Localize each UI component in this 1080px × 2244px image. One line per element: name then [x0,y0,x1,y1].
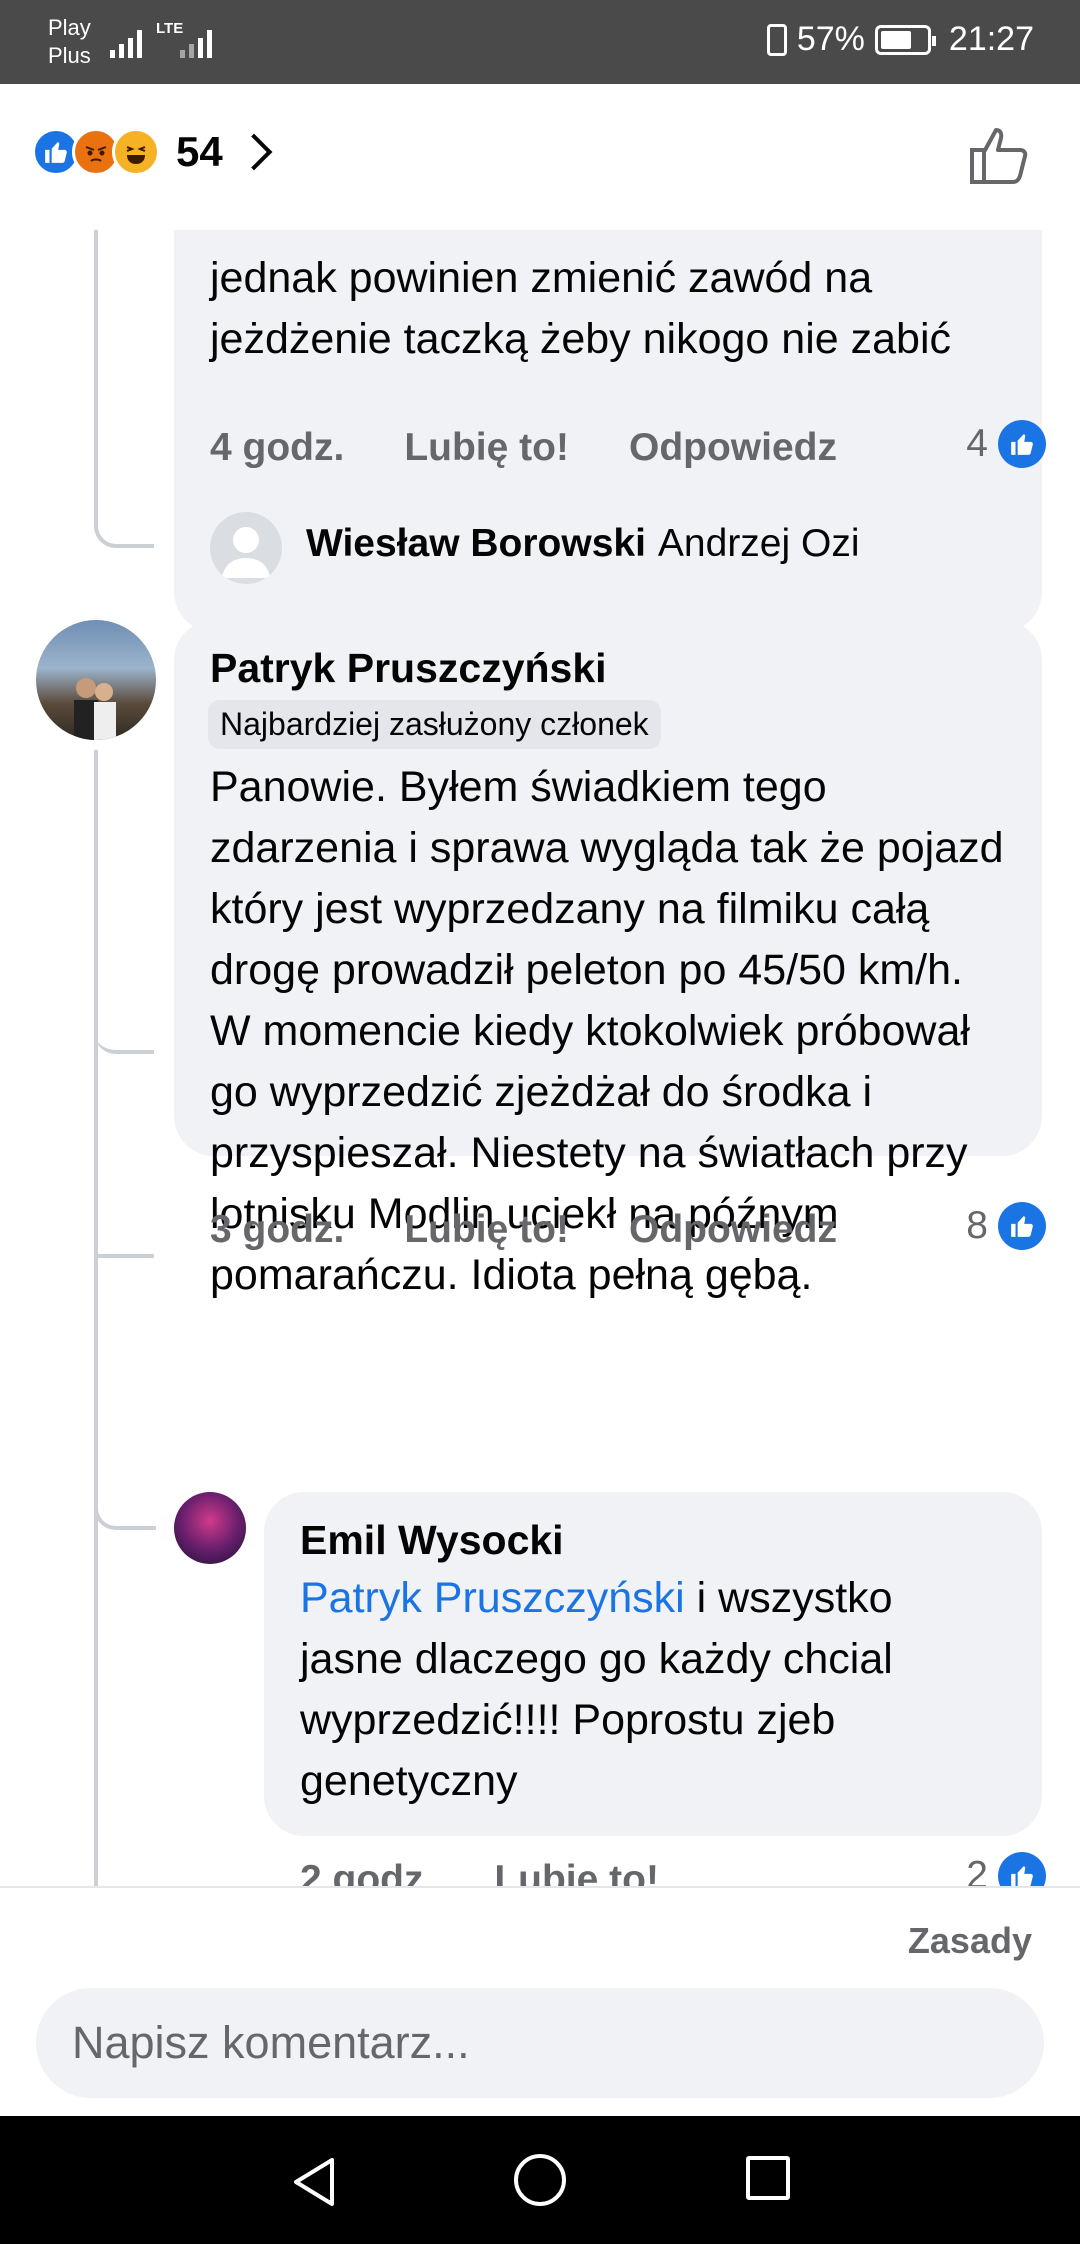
comment-text: jednak powinien zmienić zawód na jeżdżen… [210,254,951,363]
member-badge: Najbardziej zasłużony członek [208,700,661,749]
comments-list[interactable]: jednak powinien zmienić zawód na jeżdżen… [0,230,1080,1886]
comment-actions: 4 godz. Lubię to! Odpowiedz [210,426,897,470]
comment-bubble: Emil Wysocki Patryk Pruszczyński i wszyst… [264,1492,1042,1836]
reaction-count: 54 [176,128,223,175]
thread-connector [94,1460,156,1530]
signal-icon [110,22,142,58]
comment-like-count[interactable]: 4 [966,420,1046,468]
comment-bubble: Patryk Pruszczyński Najbardziej zasłużon… [174,620,1042,1299]
thread-line [94,750,98,1886]
recent-apps-icon[interactable] [746,2156,790,2200]
comment-time[interactable]: 3 godz. [210,1208,344,1252]
home-icon[interactable] [514,2154,566,2206]
reply-button[interactable]: Odpowiedz [629,1208,837,1252]
thread-connector [94,230,154,548]
comment-actions: 2 godz. Lubię to! [300,1858,719,1886]
avatar[interactable] [36,620,156,740]
carrier-label: Play Plus [48,15,91,68]
status-bar: Play Plus LTE 57% 21:27 [0,0,1080,84]
like-badge-icon [998,1202,1046,1250]
comment-like-count[interactable]: 2 [966,1852,1046,1886]
comment-input[interactable]: Napisz komentarz... [36,1988,1044,2098]
haha-reaction-icon [112,128,160,176]
mention-link[interactable]: Patryk Pruszczyński [300,1574,685,1622]
avatar[interactable] [174,1492,246,1564]
back-icon[interactable] [290,2156,338,2208]
chevron-right-icon [235,133,273,171]
like-post-icon[interactable] [966,122,1032,188]
system-nav-bar [0,2116,1080,2244]
battery-icon [874,24,936,55]
battery-percent: 57% [796,20,865,58]
reply-button[interactable]: Odpowiedz [629,426,837,470]
comment-time[interactable]: 2 godz. [300,1858,434,1886]
reactions-summary[interactable]: 54 [32,128,273,176]
comment-author[interactable]: Patryk Pruszczyński [210,640,1006,696]
vibrate-icon [766,23,787,56]
comment-text: Patryk Pruszczyński i wszystko jasne dla… [300,1574,893,1805]
comment-like-count[interactable]: 8 [966,1202,1046,1250]
like-badge-icon [998,420,1046,468]
like-button[interactable]: Lubię to! [404,1208,569,1252]
signal-2-icon [180,22,212,58]
comment-time[interactable]: 4 godz. [210,426,344,470]
reply-author: Wiesław Borowski [306,522,646,565]
status-right: 57% 21:27 [766,20,1034,59]
clock: 21:27 [948,20,1034,58]
like-button[interactable]: Lubię to! [494,1858,659,1886]
reactions-header: 54 [0,84,1080,230]
like-button[interactable]: Lubię to! [404,426,569,470]
rules-link[interactable]: Zasady [908,1920,1032,1962]
comment-author[interactable]: Emil Wysocki [300,1512,1006,1568]
reply-snippet: Andrzej Ozi [657,522,860,565]
comment-actions: 3 godz. Lubię to! Odpowiedz [210,1208,897,1252]
comment-composer: Zasady Napisz komentarz... [0,1886,1080,2116]
reply-preview[interactable]: Wiesław Borowski Andrzej Ozi [306,522,860,566]
like-badge-icon [998,1852,1046,1886]
avatar[interactable] [210,512,282,584]
